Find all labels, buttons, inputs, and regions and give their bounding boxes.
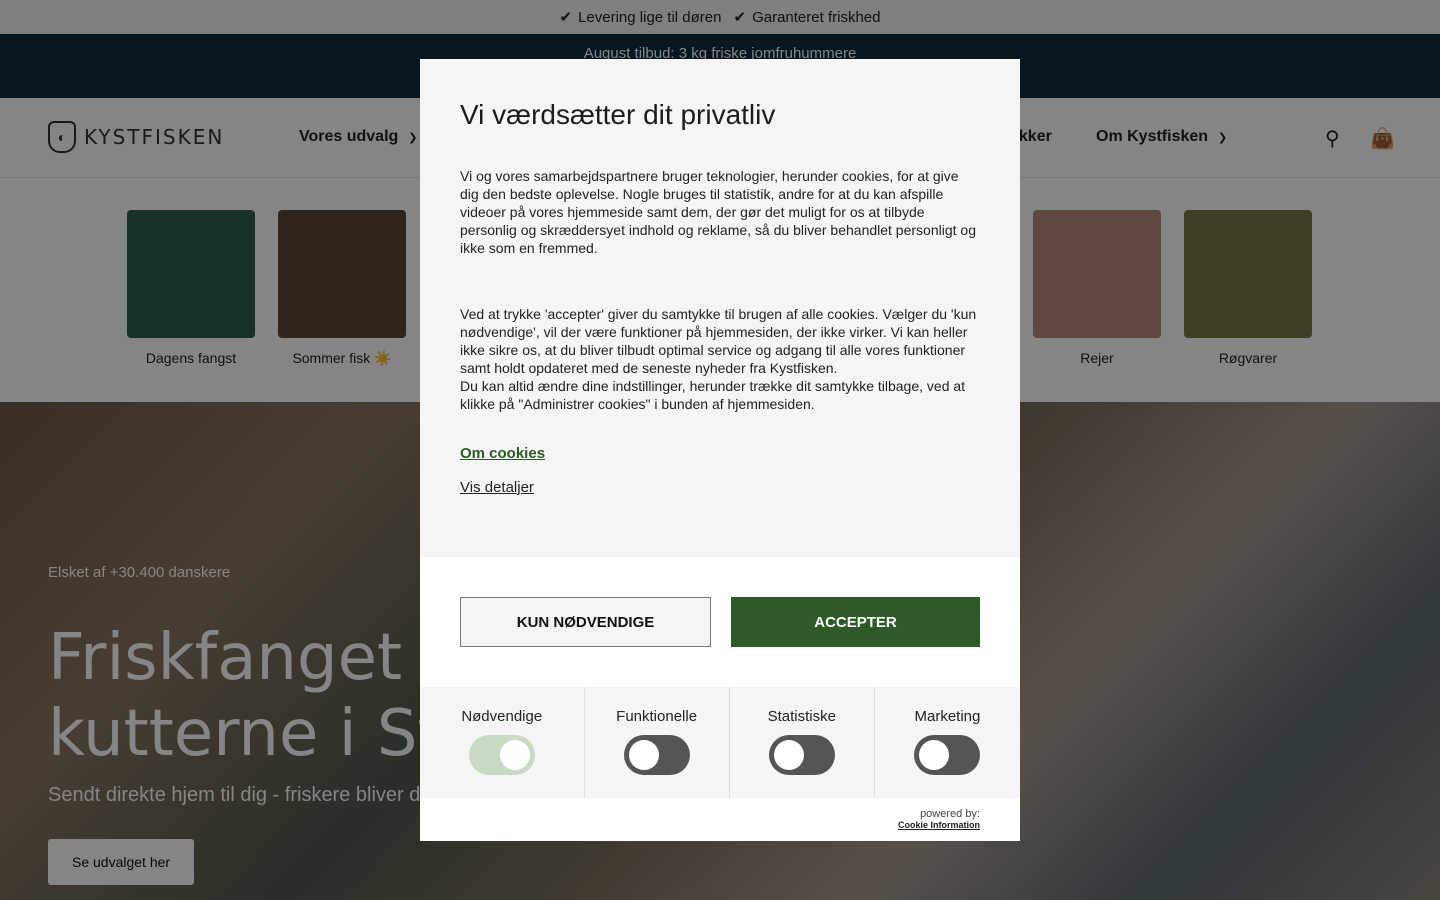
- statistics-toggle[interactable]: [768, 735, 835, 775]
- toggle-group-necessary: Nødvendige: [420, 687, 585, 798]
- powered-by: powered by: Cookie Information: [898, 808, 980, 830]
- toggle-label: Nødvendige: [461, 708, 543, 725]
- cookie-dialog-title: Vi værdsætter dit privatliv: [460, 99, 776, 130]
- toggle-group-statistics: Statistiske: [730, 687, 875, 798]
- functional-toggle[interactable]: [623, 735, 690, 775]
- cookie-consent-text: Ved at trykke 'accepter' giver du samtyk…: [460, 306, 977, 376]
- accept-all-button[interactable]: ACCEPTER: [731, 597, 980, 647]
- toggle-knob: [499, 740, 530, 770]
- show-details-link[interactable]: Vis detaljer: [460, 479, 980, 496]
- toggle-knob: [628, 740, 659, 770]
- toggle-group-marketing: Marketing: [875, 687, 1020, 798]
- provider-link[interactable]: Cookie Information: [898, 820, 980, 830]
- necessary-toggle: [468, 735, 535, 775]
- cookie-category-toggles: Nødvendige Funktionelle Statistiske Mark…: [420, 687, 1020, 798]
- necessary-only-button[interactable]: KUN NØDVENDIGE: [460, 597, 711, 647]
- cookie-consent-dialog: Vi værdsætter dit privatliv Vi og vores …: [420, 59, 1020, 841]
- about-cookies-link[interactable]: Om cookies: [460, 445, 545, 462]
- marketing-toggle[interactable]: [914, 735, 981, 775]
- toggle-group-functional: Funktionelle: [585, 687, 730, 798]
- cookie-button-row: KUN NØDVENDIGE ACCEPTER: [460, 597, 980, 647]
- powered-by-label: powered by:: [920, 808, 980, 820]
- cookie-intro-text: Vi og vores samarbejdspartnere bruger te…: [460, 168, 976, 256]
- toggle-label: Marketing: [914, 708, 981, 725]
- cookie-manage-text: Du kan altid ændre dine indstillinger, h…: [460, 378, 966, 412]
- toggle-label: Funktionelle: [616, 708, 698, 725]
- toggle-knob: [773, 740, 804, 770]
- cookie-dialog-body: Vi værdsætter dit privatliv Vi og vores …: [420, 59, 1020, 557]
- toggle-label: Statistiske: [767, 708, 836, 725]
- toggle-knob: [919, 740, 950, 770]
